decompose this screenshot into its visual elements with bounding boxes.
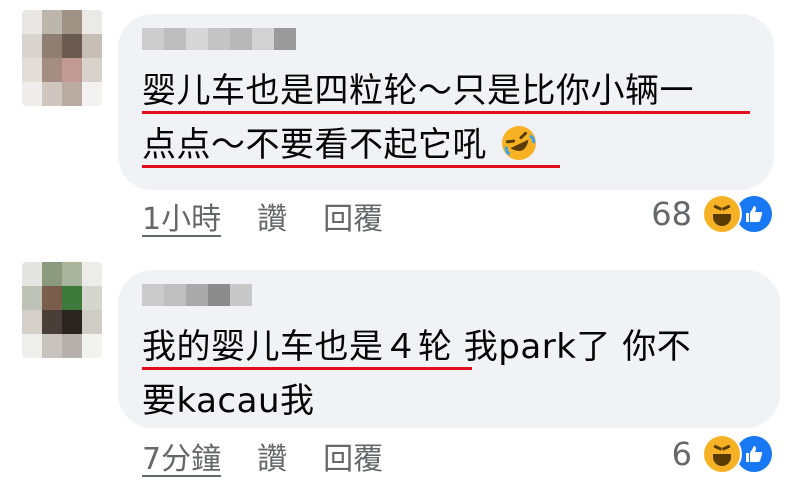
author-name-blurred[interactable] [142, 28, 296, 50]
like-action-button[interactable]: 讚 [257, 194, 287, 238]
timestamp-link[interactable]: 7分鐘 [142, 434, 221, 478]
avatar[interactable] [22, 10, 102, 106]
haha-icon [702, 194, 742, 234]
comment-line-text: 要kacau我 [142, 381, 315, 421]
timestamp-link[interactable]: 1小時 [142, 194, 221, 238]
highlight-underline [142, 111, 750, 114]
author-name-blurred[interactable] [142, 284, 252, 306]
highlight-underline [142, 367, 472, 370]
comment-line: 婴儿车也是四粒轮～只是比你小辆一 [142, 64, 750, 118]
like-action-button[interactable]: 讚 [257, 434, 287, 478]
comment-bubble: 婴儿车也是四粒轮～只是比你小辆一 点点～不要看不起它吼 [118, 14, 774, 190]
reaction-summary[interactable]: 68 [651, 194, 774, 234]
comment-line: 要kacau我 [142, 374, 691, 428]
comment-line: 我的婴儿车也是４轮 我park了 你不 [142, 320, 691, 374]
comment-text: 我的婴儿车也是４轮 我park了 你不 要kacau我 [142, 320, 691, 428]
haha-icon [702, 434, 742, 474]
avatar[interactable] [22, 262, 102, 358]
comment-actions: 7分鐘 讚 回覆 [142, 434, 383, 478]
comment-text: 婴儿车也是四粒轮～只是比你小辆一 点点～不要看不起它吼 [142, 64, 750, 172]
comment-line-text: 我的婴儿车也是４轮 我park了 你不 [142, 327, 692, 367]
comment-actions: 1小時 讚 回覆 [142, 194, 383, 238]
comment-line: 点点～不要看不起它吼 [142, 118, 694, 172]
highlight-underline [142, 165, 560, 168]
reaction-summary[interactable]: 6 [672, 434, 774, 474]
reaction-count: 68 [651, 195, 692, 233]
comment-line-text: 点点～不要看不起它吼 [142, 125, 487, 165]
reply-action-button[interactable]: 回覆 [323, 434, 383, 478]
rolling-laughing-emoji-icon [500, 124, 538, 162]
reply-action-button[interactable]: 回覆 [323, 194, 383, 238]
comment-line-text: 婴儿车也是四粒轮～只是比你小辆一 [142, 71, 694, 111]
reaction-count: 6 [671, 435, 692, 473]
comment-bubble: 我的婴儿车也是４轮 我park了 你不 要kacau我 [118, 270, 780, 428]
